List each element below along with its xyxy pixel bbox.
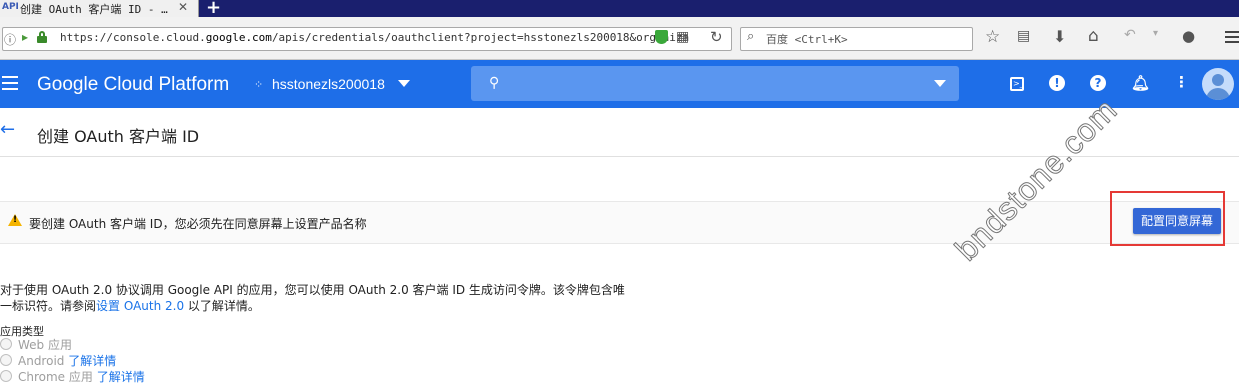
radio-chrome-app[interactable] (0, 370, 12, 382)
configure-consent-screen-button[interactable]: 配置同意屏幕 (1133, 208, 1221, 234)
chevron-down-icon[interactable]: ▾ (1153, 28, 1158, 39)
back-arrow-icon[interactable]: ▸ (22, 30, 28, 44)
setup-oauth-link[interactable]: 设置 OAuth 2.0 (96, 299, 184, 313)
hamburger-menu-icon[interactable] (2, 76, 18, 90)
radio-web-app[interactable] (0, 338, 12, 350)
option-chrome-app: Chrome 应用 了解详情 (18, 368, 145, 385)
new-tab-button[interactable]: + (206, 0, 221, 18)
reading-list-icon[interactable]: ▤ (1017, 28, 1030, 44)
more-vert-icon[interactable]: ⋮ (1174, 73, 1189, 91)
chrome-learn-more-link[interactable]: 了解详情 (97, 370, 145, 384)
avatar[interactable] (1202, 68, 1234, 100)
description-line-2: 一标识符。请参阅设置 OAuth 2.0 以了解详情。 (0, 297, 260, 314)
undo-icon[interactable]: ↶ (1124, 27, 1136, 43)
search-icon: ⚲ (489, 75, 500, 91)
bookmark-star-icon[interactable]: ☆ (985, 27, 1000, 47)
tab-title: 创建 OAuth 客户端 ID - … (20, 3, 168, 16)
reload-icon[interactable]: ↻ (710, 28, 723, 46)
browser-tab[interactable]: API 创建 OAuth 客户端 ID - … ✕ (0, 0, 199, 17)
help-icon[interactable]: ? (1090, 75, 1106, 91)
page-title: 创建 OAuth 客户端 ID (37, 127, 200, 146)
option-android-label: Android (18, 354, 69, 368)
bell-icon[interactable]: 🔔︎ (1131, 74, 1150, 92)
option-android: Android 了解详情 (18, 352, 116, 369)
project-selector[interactable]: hsstonezls200018 (272, 76, 385, 92)
lock-icon (37, 31, 47, 43)
back-arrow-icon[interactable]: ← (0, 119, 15, 140)
tab-favicon: API (2, 2, 19, 12)
android-learn-more-link[interactable]: 了解详情 (68, 354, 116, 368)
shield-icon[interactable] (655, 30, 668, 44)
download-icon[interactable]: ⬇ (1053, 27, 1066, 46)
info-icon[interactable]: ⓘ (4, 31, 16, 48)
search-icon: ⌕ (747, 29, 755, 44)
description-prefix: 一标识符。请参阅 (0, 299, 97, 313)
option-chrome-label: Chrome 应用 (18, 370, 97, 384)
console-search-input[interactable] (471, 66, 959, 101)
radio-android[interactable] (0, 354, 12, 366)
project-icon: ⁘ (254, 78, 264, 91)
tab-close-icon[interactable]: ✕ (178, 0, 188, 14)
url-text[interactable]: https://console.cloud.google.com/apis/cr… (60, 31, 689, 44)
menu-icon[interactable] (1225, 31, 1239, 43)
browser-search-placeholder: 百度 <Ctrl+K> (766, 33, 848, 46)
cloud-shell-icon[interactable]: >_ (1010, 77, 1024, 91)
home-icon[interactable]: ⌂ (1088, 26, 1099, 46)
description-suffix: 以了解详情。 (184, 299, 260, 313)
project-dropdown-icon[interactable] (398, 80, 410, 87)
brand-title[interactable]: Google Cloud Platform (37, 74, 229, 96)
notifications-alert-icon[interactable]: ! (1049, 75, 1065, 91)
search-dropdown-icon[interactable] (934, 80, 946, 87)
warning-icon: ! (8, 214, 22, 226)
option-web-app-label: Web 应用 (18, 338, 72, 352)
chat-bubble-icon[interactable]: ● (1182, 27, 1195, 45)
qr-code-icon[interactable]: ▦ (676, 29, 689, 45)
warning-text: 要创建 OAuth 客户端 ID，您必须先在同意屏幕上设置产品名称 (29, 217, 367, 231)
description-line-1: 对于使用 OAuth 2.0 协议调用 Google API 的应用，您可以使用… (0, 283, 625, 297)
